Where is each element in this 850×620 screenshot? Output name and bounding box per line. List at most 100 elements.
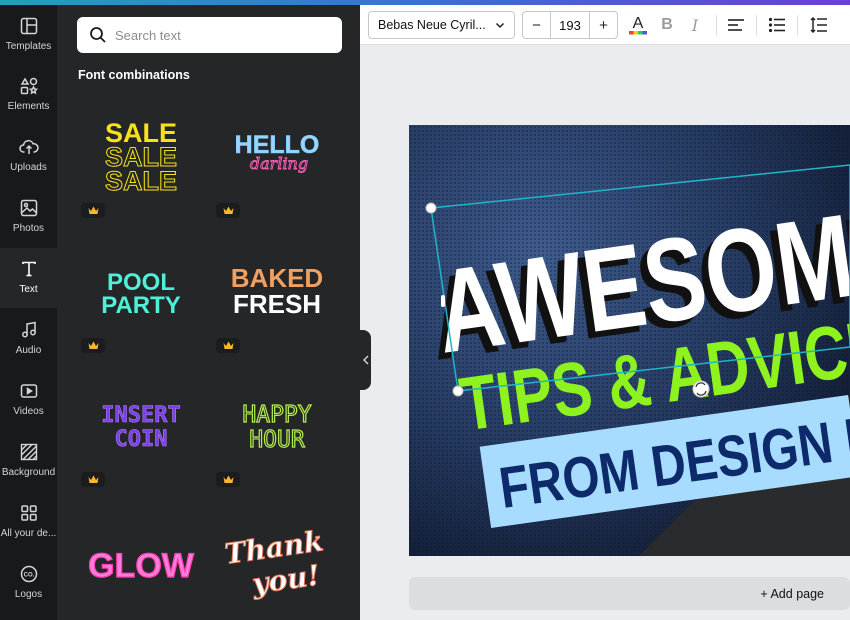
spacing-button[interactable] xyxy=(807,13,831,37)
sidebar-item-label: Templates xyxy=(5,41,52,52)
sidebar-item-videos[interactable]: Videos xyxy=(0,370,57,430)
font-size-stepper: − 193 + xyxy=(522,11,618,39)
svg-text:CO.: CO. xyxy=(23,572,34,578)
sidebar-item-background[interactable]: Background xyxy=(0,431,57,491)
uploads-icon xyxy=(18,139,39,154)
decrease-font-size-button[interactable]: − xyxy=(523,12,550,38)
tile-text: darling xyxy=(250,154,308,173)
sidebar-item-templates[interactable]: Templates xyxy=(0,5,57,65)
all-designs-icon xyxy=(20,505,37,521)
chevron-down-icon xyxy=(495,22,505,29)
sidebar-item-label: Photos xyxy=(12,223,45,234)
tile-text: INSERT xyxy=(101,403,180,428)
sidebar-item-text[interactable]: Text xyxy=(0,248,57,308)
sidebar-item-label: Background xyxy=(1,467,56,478)
tile-preview: POOL PARTY xyxy=(101,269,181,319)
tile-preview: Thank you! xyxy=(222,524,326,601)
text-panel: Font combinations SALE SALE SALE HELLO d… xyxy=(57,5,360,620)
font-combination-tile[interactable]: HAPPY HOUR xyxy=(215,369,340,489)
search-icon xyxy=(90,27,106,43)
tile-text: PARTY xyxy=(101,292,181,319)
premium-badge xyxy=(216,472,240,487)
logos-icon: CO. xyxy=(20,565,37,583)
sidebar-item-audio[interactable]: Audio xyxy=(0,309,57,369)
font-combination-tile[interactable]: SALE SALE SALE xyxy=(77,97,202,217)
font-combination-tile[interactable]: HELLO darling xyxy=(215,97,340,217)
sidebar-item-logos[interactable]: CO. Logos xyxy=(0,553,57,613)
crown-icon xyxy=(223,475,233,483)
align-left-icon xyxy=(728,19,744,31)
tile-text: COIN xyxy=(115,427,168,452)
sidebar-item-label: Text xyxy=(19,284,38,295)
sidebar-item-all-designs[interactable]: All your de... xyxy=(0,492,57,552)
premium-badge xyxy=(216,338,240,353)
tile-text: HOUR xyxy=(249,427,305,453)
text-color-letter: A xyxy=(633,15,644,32)
crown-icon xyxy=(223,206,233,214)
tile-text: GLOW xyxy=(88,547,195,585)
toolbar-divider xyxy=(716,15,717,35)
photos-icon xyxy=(20,199,37,217)
toolbar-divider xyxy=(797,15,798,35)
align-left-button[interactable] xyxy=(724,13,748,37)
sidebar-item-elements[interactable]: Elements xyxy=(0,65,57,125)
sidebar-item-label: Elements xyxy=(7,101,50,112)
design-canvas[interactable]: AWESOME AWESOME TIPS & ADVICE FROM DESIG… xyxy=(409,125,850,556)
tile-text: FRESH xyxy=(233,289,321,319)
sidebar-item-label: Logos xyxy=(14,589,43,600)
tile-preview: BAKED FRESH xyxy=(231,263,323,319)
premium-badge xyxy=(216,203,240,218)
tile-preview: SALE SALE SALE xyxy=(104,118,177,197)
tile-preview: HELLO darling xyxy=(234,131,319,174)
sidebar-item-label: All your de... xyxy=(0,528,57,539)
resize-handle[interactable] xyxy=(452,385,464,397)
tile-preview: GLOW xyxy=(88,546,196,585)
crown-icon xyxy=(88,206,98,214)
sidebar-item-label: Uploads xyxy=(10,162,47,173)
search-box[interactable] xyxy=(77,17,342,53)
font-name: Bebas Neue Cyril... xyxy=(378,18,486,32)
sidebar-item-label: Audio xyxy=(15,345,42,356)
font-combination-tile[interactable]: POOL PARTY xyxy=(77,233,202,353)
font-family-dropdown[interactable]: Bebas Neue Cyril... xyxy=(368,11,515,39)
bulleted-list-icon xyxy=(768,17,785,33)
toolbar-divider xyxy=(756,15,757,35)
chevron-left-icon xyxy=(362,355,369,365)
add-page-button[interactable]: + Add page xyxy=(409,577,850,610)
crown-icon xyxy=(223,341,233,349)
audio-icon xyxy=(21,321,36,338)
tile-text: SALE xyxy=(105,166,177,196)
font-combination-tile[interactable]: BAKED FRESH xyxy=(215,233,340,353)
sidebar-item-photos[interactable]: Photos xyxy=(0,187,57,247)
sidebar-item-label: Videos xyxy=(13,406,44,417)
text-icon xyxy=(21,261,36,277)
line-spacing-icon xyxy=(810,16,827,34)
section-title: Font combinations xyxy=(78,68,190,82)
font-combination-tile[interactable]: INSERT COIN xyxy=(77,369,202,489)
font-size-input[interactable]: 193 xyxy=(550,12,590,38)
videos-icon xyxy=(20,384,37,398)
crown-icon xyxy=(88,475,98,483)
font-combination-tile[interactable]: Thank you! xyxy=(215,505,340,620)
background-icon xyxy=(20,443,37,461)
premium-badge xyxy=(81,203,105,218)
collapse-panel-button[interactable] xyxy=(360,330,371,390)
crown-icon xyxy=(88,341,98,349)
font-combination-tile[interactable]: GLOW xyxy=(77,505,202,620)
editor-toolbar: Bebas Neue Cyril... − 193 + A B I xyxy=(360,5,850,45)
sidebar-rail: Templates Elements Uploads Photos Text A… xyxy=(0,5,57,620)
list-button[interactable] xyxy=(765,13,789,37)
resize-handle[interactable] xyxy=(425,202,437,214)
text-color-button[interactable]: A xyxy=(626,13,650,37)
sidebar-item-uploads[interactable]: Uploads xyxy=(0,126,57,186)
tile-preview: INSERT COIN xyxy=(101,403,181,453)
bold-button[interactable]: B xyxy=(655,13,679,37)
premium-badge xyxy=(81,472,105,487)
text-color-icon: A xyxy=(629,15,647,35)
side-handle[interactable] xyxy=(441,295,445,307)
search-input[interactable] xyxy=(115,27,335,43)
italic-button[interactable]: I xyxy=(683,13,707,37)
tile-preview: HAPPY HOUR xyxy=(242,401,313,453)
increase-font-size-button[interactable]: + xyxy=(590,12,617,38)
premium-badge xyxy=(81,338,105,353)
